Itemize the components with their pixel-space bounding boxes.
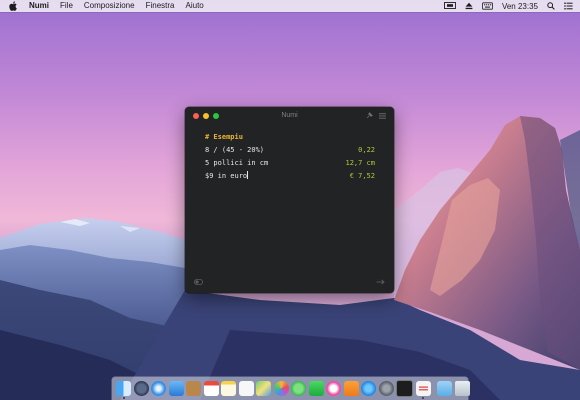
numi-icon[interactable] [415,381,431,399]
trash-icon[interactable] [454,381,470,396]
calculation-editor[interactable]: # Esempiu 8 / (45 - 20%) 0,22 5 pollici … [205,131,375,183]
calc-line[interactable]: 5 pollici in cm 12,7 cm [205,157,375,169]
messages-icon[interactable] [291,381,306,396]
contacts-icon[interactable] [186,381,201,396]
menu-composizione[interactable]: Composizione [84,0,135,12]
notification-center-icon[interactable] [564,2,573,10]
numi-window: Numi # Esempiu 8 / (45 - 20%) 0,22 5 pol… [185,107,394,293]
mail-icon[interactable] [168,381,184,396]
line-result: € 7,52 [349,172,375,180]
spotlight-search-icon[interactable] [547,2,555,10]
downloads-folder-icon[interactable] [437,381,452,396]
airplay-display-icon[interactable] [444,2,456,10]
app-store-icon[interactable] [361,381,376,396]
line-result: 12,7 cm [345,159,375,167]
system-preferences-icon[interactable] [378,381,394,396]
safari-icon[interactable] [151,381,166,396]
menu-app-name[interactable]: Numi [29,0,49,12]
line-expression: 5 pollici in cm [205,159,269,167]
menu-clock[interactable]: Ven 23:35 [502,2,538,11]
menu-finestra[interactable]: Finestra [146,0,175,12]
close-window-button[interactable] [193,112,199,119]
terminal-icon[interactable] [396,380,413,397]
notes-icon[interactable] [221,381,236,396]
eject-icon[interactable] [465,2,473,10]
toggle-icon[interactable] [194,279,203,285]
finder-icon[interactable] [116,381,131,399]
calc-line[interactable]: 8 / (45 - 20%) 0,22 [205,144,375,156]
line-expression: $9 in euro [205,172,248,180]
comment-text: # Esempiu [205,133,243,141]
photos-icon[interactable] [273,381,289,396]
minimize-window-button[interactable] [203,112,209,119]
line-result: 0,22 [358,146,375,154]
text-cursor [247,171,249,179]
calendar-icon[interactable] [203,381,219,396]
window-titlebar[interactable]: Numi [185,107,394,124]
running-indicator [122,397,125,399]
keyboard-input-icon[interactable] [482,2,493,10]
traffic-lights [185,112,223,119]
menu-bar: Numi File Composizione Finestra Aiuto Ve… [0,0,580,12]
facetime-icon[interactable] [308,381,324,396]
zoom-window-button[interactable] [213,112,219,119]
calc-line-active[interactable]: $9 in euro € 7,52 [205,170,375,182]
maps-icon[interactable] [256,381,271,396]
arrow-right-icon[interactable] [376,279,385,285]
pin-icon[interactable] [366,112,373,119]
launchpad-icon[interactable] [133,381,149,396]
menu-file[interactable]: File [60,0,73,12]
calc-line[interactable]: # Esempiu [205,131,375,143]
ibooks-icon[interactable] [343,381,359,396]
reminders-icon[interactable] [238,381,254,396]
line-expression: 8 / (45 - 20%) [205,146,265,154]
menu-lines-icon[interactable] [379,112,386,119]
running-indicator [422,397,424,399]
dock [112,377,470,400]
apple-menu-icon[interactable] [9,1,19,12]
menu-aiuto[interactable]: Aiuto [186,0,204,12]
itunes-icon[interactable] [326,381,341,396]
